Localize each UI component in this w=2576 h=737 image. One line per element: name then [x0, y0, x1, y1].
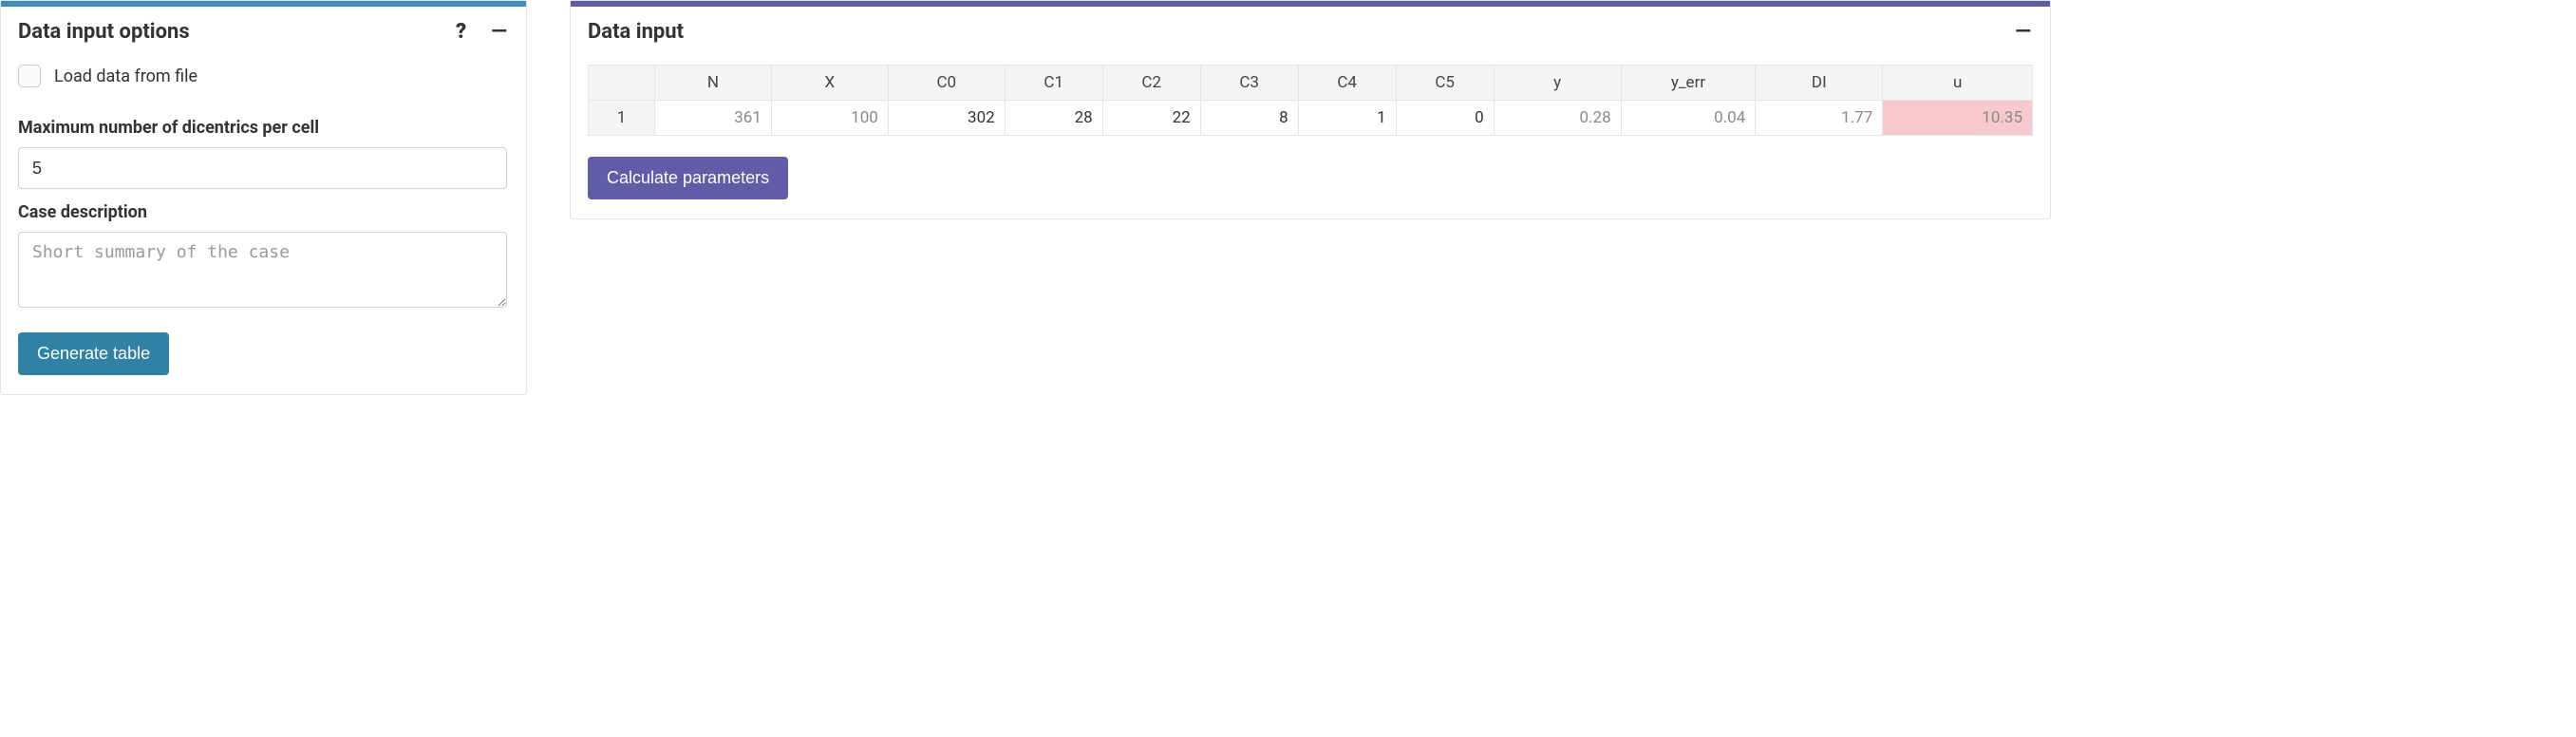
- calculate-parameters-button[interactable]: Calculate parameters: [588, 157, 788, 199]
- col-y-err: y_err: [1621, 66, 1756, 101]
- col-C3: C3: [1200, 66, 1298, 101]
- col-N: N: [655, 66, 772, 101]
- cell-N[interactable]: 361: [655, 101, 772, 136]
- col-X: X: [771, 66, 888, 101]
- col-y: y: [1494, 66, 1621, 101]
- table-row: 1 361 100 302 28 22 8 1 0 0.28 0.04 1.77…: [589, 101, 2033, 136]
- col-C0: C0: [888, 66, 1005, 101]
- cell-y-err[interactable]: 0.04: [1621, 101, 1756, 136]
- case-description-textarea[interactable]: [18, 232, 507, 308]
- data-input-options-panel: Data input options ? — Load data from fi…: [0, 0, 527, 395]
- cell-C3[interactable]: 8: [1200, 101, 1298, 136]
- col-DI: DI: [1756, 66, 1883, 101]
- cell-y[interactable]: 0.28: [1494, 101, 1621, 136]
- data-input-panel: Data input — N X C0 C1 C2 C3 C4: [570, 0, 2051, 219]
- table-header-row: N X C0 C1 C2 C3 C4 C5 y y_err DI u: [589, 66, 2033, 101]
- minimize-icon[interactable]: —: [2013, 22, 2033, 43]
- load-data-label: Load data from file: [54, 66, 197, 86]
- col-u: u: [1883, 66, 2033, 101]
- panel-title: Data input options: [18, 20, 190, 44]
- minimize-icon[interactable]: —: [489, 22, 509, 43]
- cell-C0[interactable]: 302: [888, 101, 1005, 136]
- generate-table-button[interactable]: Generate table: [18, 332, 169, 375]
- help-icon[interactable]: ?: [454, 22, 468, 43]
- panel-title: Data input: [588, 20, 684, 44]
- col-C4: C4: [1298, 66, 1396, 101]
- cell-u[interactable]: 10.35: [1883, 101, 2033, 136]
- max-dicentrics-label: Maximum number of dicentrics per cell: [18, 118, 509, 138]
- cell-C1[interactable]: 28: [1005, 101, 1102, 136]
- load-data-checkbox[interactable]: [18, 65, 41, 87]
- col-blank: [589, 66, 655, 101]
- col-C1: C1: [1005, 66, 1102, 101]
- cell-C5[interactable]: 0: [1396, 101, 1494, 136]
- data-input-table: N X C0 C1 C2 C3 C4 C5 y y_err DI u: [588, 65, 2033, 136]
- col-C2: C2: [1102, 66, 1200, 101]
- max-dicentrics-input[interactable]: [18, 147, 507, 189]
- cell-DI[interactable]: 1.77: [1756, 101, 1883, 136]
- cell-C2[interactable]: 22: [1102, 101, 1200, 136]
- col-C5: C5: [1396, 66, 1494, 101]
- case-description-label: Case description: [18, 202, 509, 222]
- row-index: 1: [589, 101, 655, 136]
- cell-C4[interactable]: 1: [1298, 101, 1396, 136]
- cell-X[interactable]: 100: [771, 101, 888, 136]
